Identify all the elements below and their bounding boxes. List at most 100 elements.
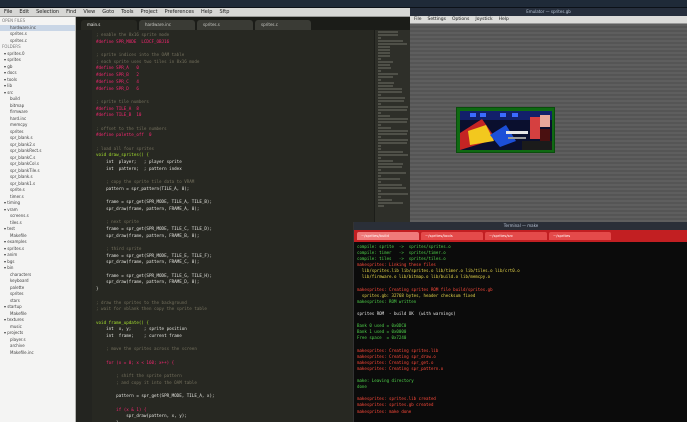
emulator-menu-item[interactable]: Joystick [475, 17, 492, 22]
terminal-tab-bar: ~/sprites/build ~/sprites/tools ~/sprites/… [354, 230, 687, 242]
minimap-line [378, 112, 381, 114]
editor-tab[interactable]: sprites.c [255, 20, 311, 30]
minimap-line [378, 64, 390, 66]
minimap-line [378, 49, 390, 51]
game-floor [522, 141, 552, 150]
code-line: #define SPR_A 0 [96, 65, 139, 71]
editor-menu-item[interactable]: Find [66, 8, 76, 17]
minimap-line [378, 85, 393, 87]
minimap-line [378, 142, 407, 144]
minimap-line [378, 109, 407, 111]
editor-menu-item[interactable]: Help [201, 8, 212, 17]
code-line: ; wait for vblank then copy the sprite t… [96, 306, 207, 312]
minimap-line [378, 151, 404, 153]
editor-menu-item[interactable]: View [83, 8, 95, 17]
emulator-menu-item[interactable]: Help [499, 17, 509, 22]
minimap-line [378, 163, 404, 165]
terminal-tab[interactable]: ~/sprites/tools [421, 232, 483, 240]
code-line: ; offset to the tile numbers [96, 125, 167, 131]
game-window-tile [470, 113, 476, 117]
minimap-line [378, 157, 381, 159]
code-line: if (x & 1) { [96, 406, 147, 412]
minimap-line [378, 121, 407, 123]
minimap-line [378, 175, 381, 177]
sidebar-item[interactable]: Makefile.inc [0, 350, 75, 357]
minimap-line [378, 100, 404, 102]
editor-tab[interactable]: sprites.s [197, 20, 253, 30]
minimap-line [378, 67, 391, 69]
terminal-title: Terminal — make [354, 222, 687, 230]
code-text-area[interactable]: ; enable the 8x16 sprite mode #define SPR… [92, 30, 374, 422]
minimap-line [378, 133, 407, 135]
minimap-line [378, 181, 381, 183]
terminal-output[interactable]: compile: sprite -> sprites/sprites.o comp… [354, 242, 687, 422]
code-line: ; draw the sprites to the background [96, 299, 187, 305]
code-line: int player; ; player sprite [96, 159, 182, 165]
code-line: #define SPR_C 4 [96, 78, 139, 84]
minimap-line [378, 172, 406, 174]
game-window-tile [512, 113, 518, 117]
minimap-line [378, 52, 390, 54]
minimap-line [378, 154, 408, 156]
emulator-menu-item[interactable]: File [414, 17, 422, 22]
emulator-menu-item[interactable]: Options [452, 17, 469, 22]
minimap-line [378, 37, 381, 39]
editor-tab[interactable]: hardware.inc [139, 20, 195, 30]
editor-menu-item[interactable]: Tools [121, 8, 133, 17]
code-line: frame = spr_get(SPR_MODE, TILE_A, TILE_B… [96, 199, 212, 205]
code-line: frame = spr_get(SPR_MODE, TILE_C, TILE_D… [96, 225, 212, 231]
code-line: ; enable the 8x16 sprite mode [96, 32, 170, 37]
editor-menu-item[interactable]: Sftp [219, 8, 229, 17]
editor-tab[interactable]: main.s [81, 20, 137, 30]
game-window-tile [500, 113, 506, 117]
terminal-tab[interactable]: ~/sprites/build [357, 232, 419, 240]
code-line: } [96, 286, 99, 292]
editor-menu-item[interactable]: Goto [102, 8, 114, 17]
code-line: ; copy the sprite tile data to VRAM [96, 179, 195, 185]
code-editor-window: File Edit Selection Find View Goto Tools Projec… [0, 8, 410, 422]
terminal-tab[interactable]: ~/sprites [549, 232, 611, 240]
minimap-line [378, 55, 390, 57]
code-line: #define palette_off 0 [96, 132, 152, 138]
code-line: spr_draw(frame, pattern, FRAME_B, 0); [96, 232, 200, 238]
code-line: spr_draw(pattern, x, y); [96, 413, 187, 419]
game-screen[interactable] [456, 107, 555, 153]
minimap-line [378, 103, 381, 105]
code-line: ; move the sprites across the screen [96, 346, 197, 352]
code-line: pattern = spr_pattern(TILE_A, 0); [96, 185, 190, 191]
minimap-line [378, 106, 408, 108]
minimap-line [378, 169, 381, 171]
editor-menu-item[interactable]: Project [141, 8, 158, 17]
minimap-line [378, 160, 393, 162]
emulator-title: Emulator — sprites.gb [410, 8, 687, 16]
minimap-line [378, 115, 390, 117]
editor-menu-item[interactable]: Edit [19, 8, 29, 17]
code-line: ; third sprite [96, 246, 142, 251]
minimap-line [378, 76, 394, 78]
editor-menu-item[interactable]: Preferences [165, 8, 194, 17]
code-line: ; load all four sprites [96, 145, 154, 151]
code-line: ; next sprite [96, 219, 139, 225]
emulator-menu-item[interactable]: Settings [428, 17, 446, 22]
minimap-line [378, 187, 406, 189]
minimap-line [378, 202, 404, 204]
code-line: void frame_update() { [96, 319, 149, 325]
editor-menu-item[interactable]: File [4, 8, 12, 17]
minimap-line [378, 166, 402, 168]
code-line: spr_draw(frame, pattern, FRAME_C, 0); [96, 259, 200, 265]
minimap-line [378, 148, 381, 150]
minimap-line [378, 196, 381, 198]
editor-tab-bar: main.s hardware.inc sprites.s sprites.c [76, 17, 410, 30]
minimap-line [378, 70, 381, 72]
minimap-line [378, 139, 408, 141]
emulator-menubar: File Settings Options Joystick Help [410, 16, 687, 24]
terminal-tab[interactable]: ~/sprites/src [485, 232, 547, 240]
code-line: #define SPR_MODE LCDCF_OBJ16 [96, 38, 170, 44]
editor-menu-item[interactable]: Selection [36, 8, 59, 17]
